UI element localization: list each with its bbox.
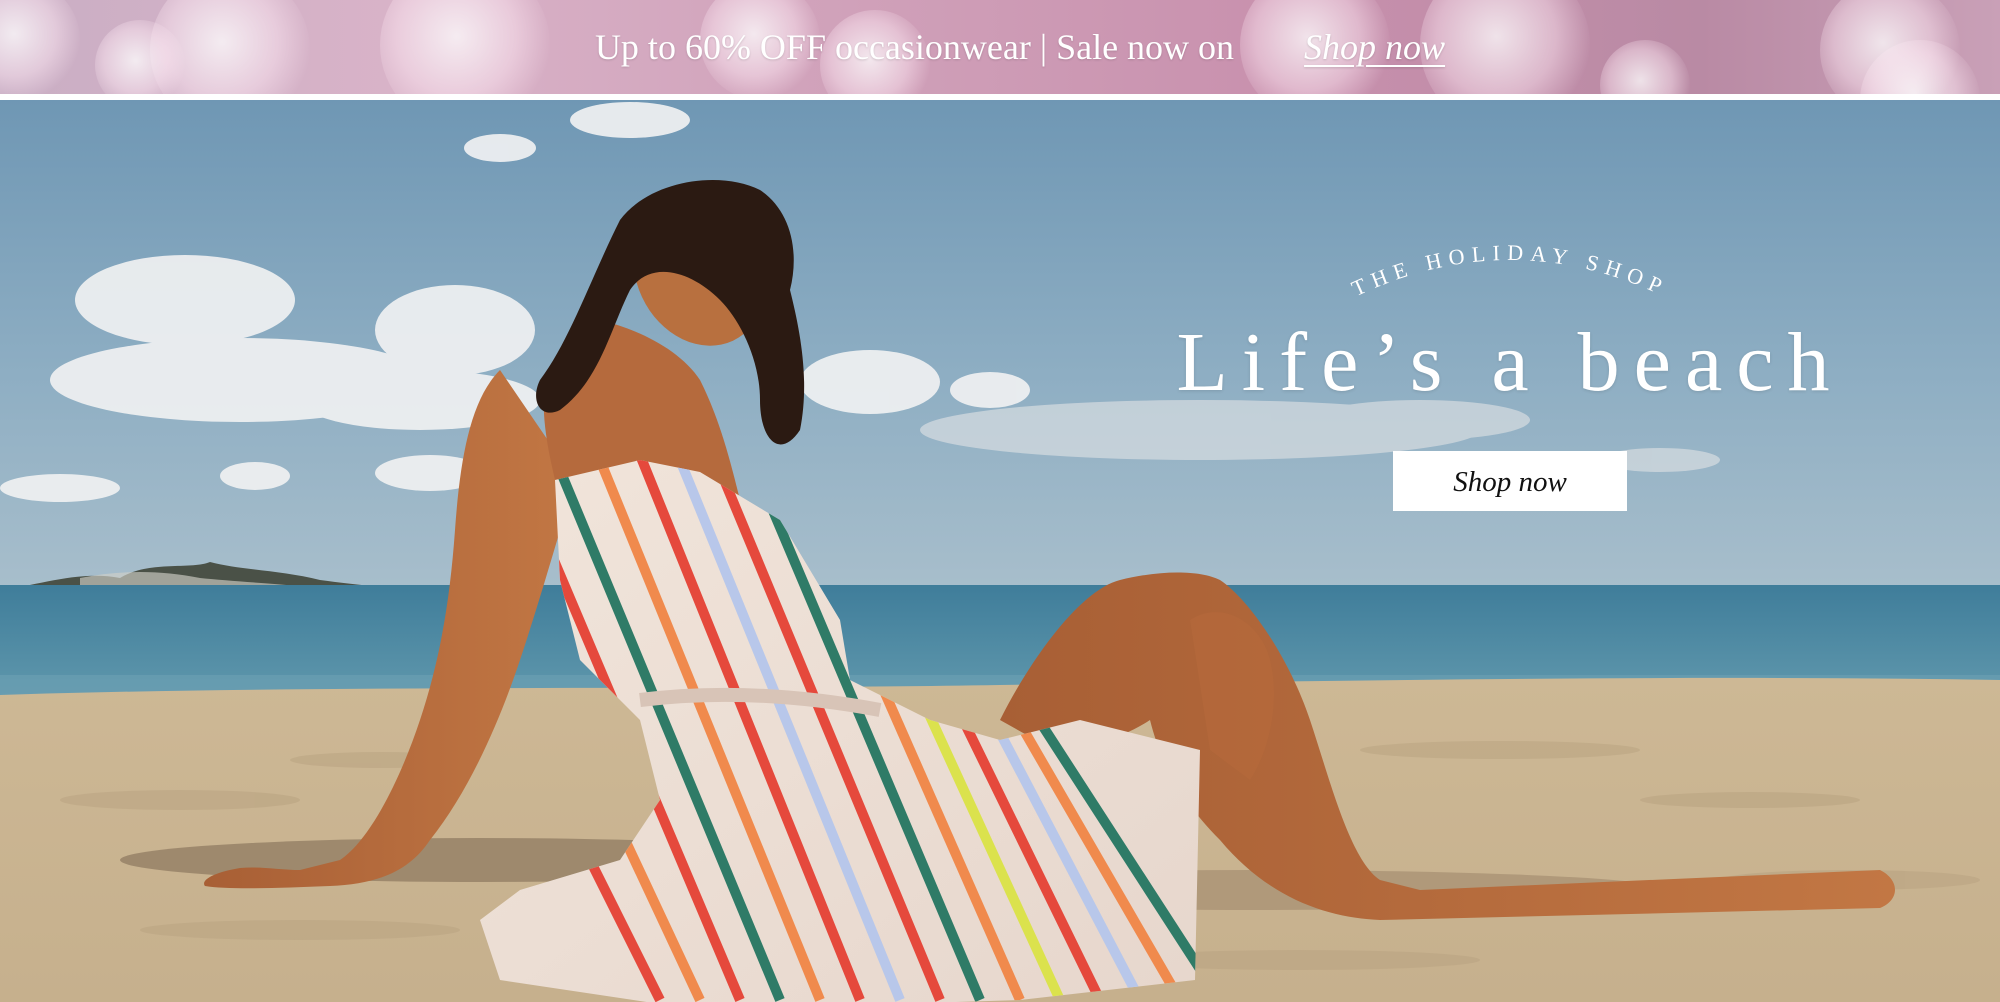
hero-banner: THE HOLIDAY SHOP Life’s a beach Shop now (0, 100, 2000, 1002)
announcement-bar: Up to 60% OFF occasionwear | Sale now on… (0, 0, 2000, 94)
hero-title: Life’s a beach (1176, 316, 1844, 409)
announcement-shop-now-link[interactable]: Shop now (1304, 26, 1445, 68)
hero-shop-now-button[interactable]: Shop now (1393, 451, 1627, 511)
hero-overlay: THE HOLIDAY SHOP Life’s a beach Shop now (1160, 220, 1860, 511)
holiday-shop-eyebrow: THE HOLIDAY SHOP (1348, 240, 1673, 301)
holiday-shop-eyebrow-text: THE HOLIDAY SHOP (1348, 240, 1666, 301)
svg-text:THE HOLIDAY SHOP: THE HOLIDAY SHOP (1348, 240, 1673, 301)
announcement-content: Up to 60% OFF occasionwear | Sale now on… (0, 0, 2000, 94)
announcement-text: Up to 60% OFF occasionwear | Sale now on (594, 27, 1235, 67)
